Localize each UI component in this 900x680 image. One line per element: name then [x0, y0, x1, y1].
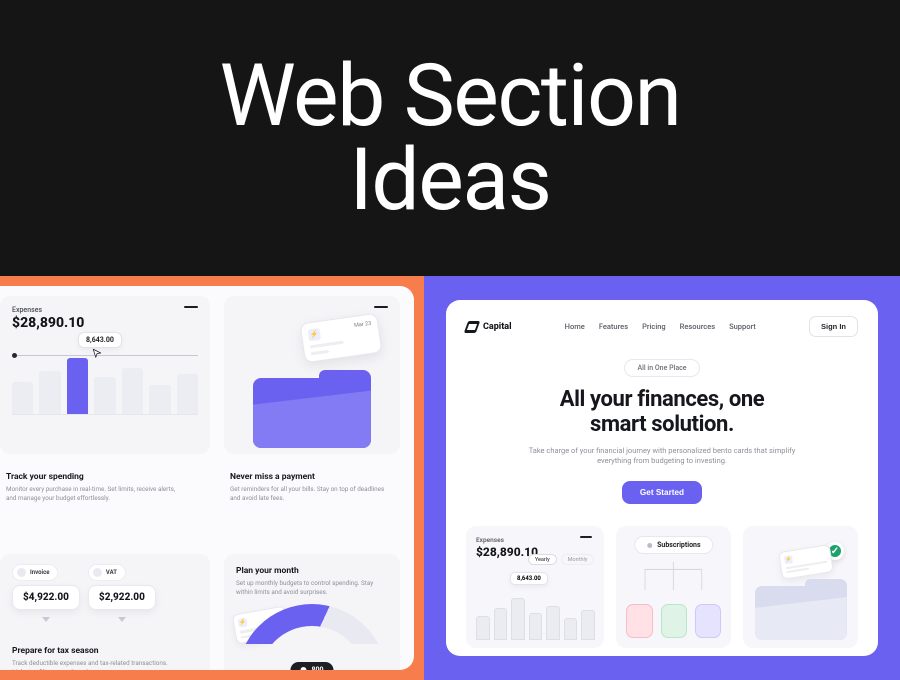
nav-pricing[interactable]: Pricing — [642, 322, 666, 331]
mini-subscriptions-card: Subscriptions — [616, 526, 731, 648]
expenses-label: Expenses — [12, 306, 198, 314]
chevron-down-icon — [42, 617, 50, 622]
payment-tile: ⚡ Mar 23 — [224, 296, 400, 454]
threshold-slider[interactable] — [12, 355, 198, 356]
minimize-icon[interactable] — [374, 306, 388, 308]
caption-desc: Get reminders for all your bills. Stay o… — [230, 485, 388, 502]
tab-yearly[interactable]: Yearly — [528, 554, 557, 565]
subscription-node[interactable] — [626, 604, 652, 638]
expenses-bar-chart — [12, 337, 198, 415]
subscription-node[interactable] — [661, 604, 687, 638]
example-panel-right: Capital Home Features Pricing Resources … — [424, 276, 900, 680]
eyebrow-pill: All in One Place — [624, 359, 699, 377]
nav-features[interactable]: Features — [599, 322, 628, 331]
caption-title: Track your spending — [6, 472, 198, 482]
hero-banner: Web Section Ideas — [0, 0, 900, 276]
receipt-card: ⚡ — [778, 544, 834, 580]
payment-caption: Never miss a payment Get reminders for a… — [224, 466, 400, 542]
chip-invoice-value: $4,922.00 — [12, 585, 80, 610]
lightning-icon: ⚡ — [784, 555, 793, 564]
brand-logo-icon — [464, 321, 480, 333]
caption-title: Never miss a payment — [230, 472, 388, 482]
mini-expenses-label: Expenses — [476, 536, 594, 544]
mini-bar-tooltip: 8,643.00 — [510, 572, 548, 585]
budget-gauge — [237, 604, 387, 670]
chip-vat-value: $2,922.00 — [88, 585, 156, 610]
mini-expenses-card: Expenses $28,890.10 Yearly Monthly 8,643… — [466, 526, 604, 648]
minimize-icon[interactable] — [184, 306, 198, 308]
range-toggle[interactable]: Yearly Monthly — [528, 554, 595, 565]
caption-title: Prepare for tax season — [12, 646, 198, 656]
tax-tile: Invoice $4,922.00 VAT $2,922.00 — [0, 554, 210, 670]
subscription-nodes — [626, 604, 721, 638]
brand[interactable]: Capital — [466, 321, 512, 333]
spending-caption: Track your spending Monitor every purcha… — [0, 466, 210, 542]
nav-links: Home Features Pricing Resources Support — [565, 322, 756, 331]
mini-expenses-chart — [476, 582, 594, 640]
tree-connectors — [634, 562, 713, 590]
caption-desc: Set up monthly budgets to control spendi… — [236, 579, 388, 596]
mini-folder-card: ✓ ⚡ — [743, 526, 858, 648]
top-nav: Capital Home Features Pricing Resources … — [466, 316, 858, 337]
caption-desc: Track deductible expenses and tax-relate… — [12, 659, 182, 670]
nav-support[interactable]: Support — [729, 322, 756, 331]
caption-desc: Monitor every purchase in real-time. Set… — [6, 485, 176, 502]
tab-monthly[interactable]: Monthly — [561, 554, 595, 565]
chip-small-vat: VAT — [88, 564, 126, 581]
caption-title: Plan your month — [236, 566, 388, 576]
folder-icon — [755, 586, 847, 640]
landing-card: Capital Home Features Pricing Resources … — [446, 300, 878, 656]
signin-button[interactable]: Sign In — [809, 316, 858, 337]
subscriptions-pill: Subscriptions — [634, 536, 713, 554]
cursor-icon — [92, 348, 102, 358]
bar-tooltip: 8,643.00 — [78, 332, 122, 348]
chevron-down-icon — [118, 617, 126, 622]
plan-tile: Plan your month Set up monthly budgets t… — [224, 554, 400, 670]
folder-icon — [253, 378, 371, 448]
receipt-date: Mar 23 — [354, 321, 372, 329]
receipt-card: ⚡ Mar 23 — [300, 313, 383, 363]
hero-heading: Web Section Ideas — [220, 54, 681, 223]
lightning-icon: ⚡ — [308, 328, 322, 342]
subscription-node[interactable] — [695, 604, 721, 638]
get-started-button[interactable]: Get Started — [622, 481, 702, 504]
brand-name: Capital — [483, 322, 512, 332]
expenses-value: $28,890.10 — [12, 315, 198, 331]
chip-small-invoice: Invoice — [12, 564, 58, 581]
gauge-value-badge: 800 — [290, 662, 333, 670]
nav-home[interactable]: Home — [565, 322, 585, 331]
hero-headline: All your finances, one smart solution. — [466, 387, 858, 438]
example-panel-left: Expenses $28,890.10 8,643.00 — [0, 276, 424, 680]
spending-tile: Expenses $28,890.10 8,643.00 — [0, 296, 210, 454]
nav-resources[interactable]: Resources — [680, 322, 715, 331]
hero-subtext: Take charge of your financial journey wi… — [522, 446, 802, 468]
feature-bento-card: Expenses $28,890.10 8,643.00 — [0, 286, 414, 670]
